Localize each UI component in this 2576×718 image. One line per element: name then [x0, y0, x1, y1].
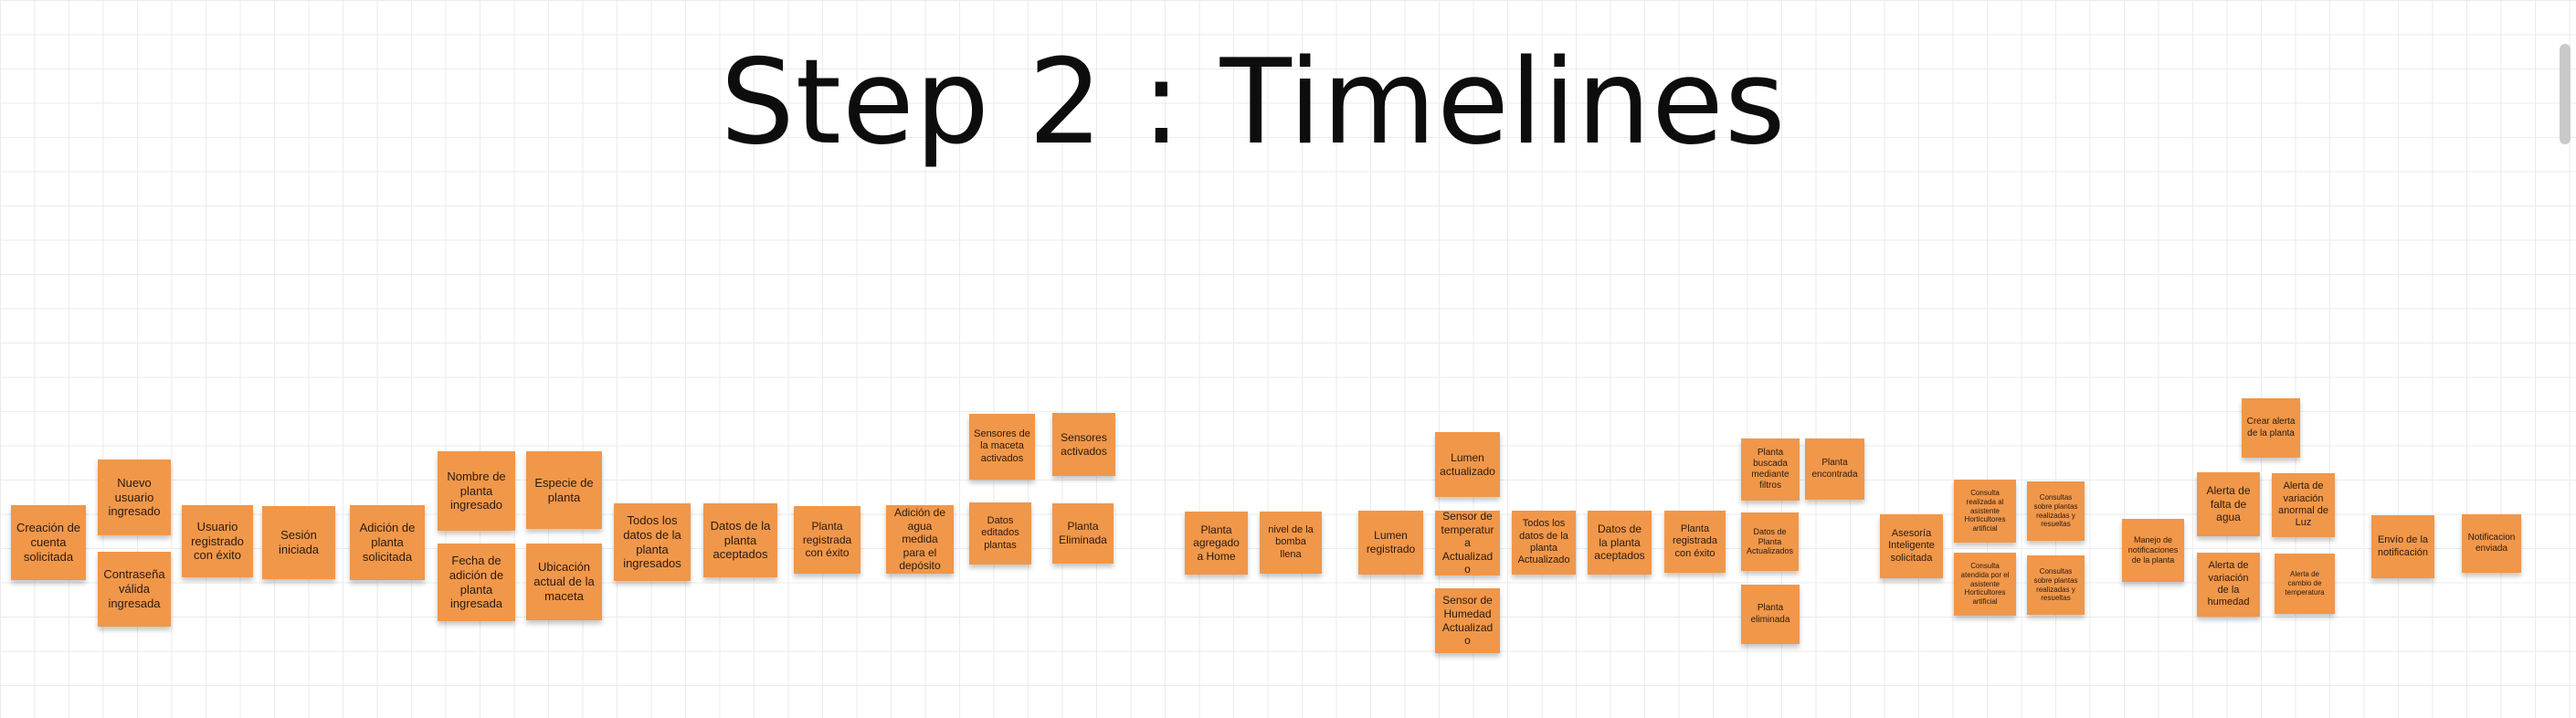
sticky-note[interactable]: Datos de la planta aceptados — [1588, 511, 1652, 575]
sticky-note[interactable]: Planta buscada mediante filtros — [1741, 438, 1800, 501]
sticky-note[interactable]: Lumen registrado — [1358, 511, 1423, 575]
sticky-note[interactable]: Sensores activados — [1052, 413, 1115, 476]
sticky-note[interactable]: Consulta realizada al asistente Horticul… — [1954, 480, 2016, 543]
board-title: Step 2 : Timelines — [720, 35, 1787, 171]
sticky-note[interactable]: Planta Eliminada — [1052, 503, 1114, 564]
sticky-note[interactable]: Adición de agua medida para el depósito — [886, 505, 954, 574]
sticky-note[interactable]: Consulta atendida por el asistente Horti… — [1954, 553, 2016, 616]
sticky-note[interactable]: Todos los datos de la planta Actualizado — [1512, 511, 1576, 575]
sticky-note[interactable]: Sensor de temperatura Actualizado — [1435, 510, 1500, 575]
sticky-note[interactable]: Planta registrada con éxito — [794, 506, 860, 574]
sticky-note[interactable]: nivel de la bomba llena — [1260, 512, 1322, 574]
sticky-note[interactable]: Consultas sobre plantas realizadas y res… — [2027, 481, 2085, 541]
sticky-note[interactable]: Sesión iniciada — [262, 506, 335, 579]
sticky-note[interactable]: Crear alerta de la planta — [2242, 398, 2300, 458]
sticky-note[interactable]: Todos los datos de la planta ingresados — [614, 503, 691, 581]
sticky-note[interactable]: Datos de Planta Actualizados — [1741, 512, 1799, 571]
sticky-note[interactable]: Fecha de adición de planta ingresada — [438, 544, 515, 621]
sticky-note[interactable]: Creación de cuenta solicitada — [11, 505, 86, 580]
sticky-note[interactable]: Nombre de planta ingresado — [438, 451, 515, 531]
sticky-note[interactable]: Datos de la planta aceptados — [703, 503, 777, 577]
sticky-note[interactable]: Asesoría Inteligente solicitada — [1880, 514, 1943, 578]
sticky-note[interactable]: Especie de planta — [526, 451, 602, 529]
sticky-note[interactable]: Planta eliminada — [1741, 585, 1800, 644]
sticky-note[interactable]: Manejo de notificaciones de la planta — [2122, 519, 2184, 582]
sticky-note[interactable]: Planta registrada con éxito — [1664, 511, 1726, 573]
sticky-note[interactable]: Datos editados plantas — [969, 502, 1031, 565]
sticky-note[interactable]: Usuario registrado con éxito — [182, 505, 253, 577]
sticky-note[interactable]: Envío de la notificación — [2371, 515, 2434, 578]
sticky-note[interactable]: Alerta de variación anormal de Luz — [2272, 473, 2335, 537]
sticky-note[interactable]: Lumen actualizado — [1435, 432, 1500, 497]
sticky-note[interactable]: Ubicación actual de la maceta — [526, 544, 602, 620]
sticky-note[interactable]: Alerta de falta de agua — [2197, 472, 2260, 536]
sticky-note[interactable]: Consultas sobre plantas realizadas y res… — [2027, 555, 2085, 615]
sticky-note[interactable]: Sensores de la maceta activados — [969, 414, 1035, 480]
sticky-note[interactable]: Contraseña válida ingresada — [98, 552, 171, 627]
sticky-note[interactable]: Adición de planta solicitada — [350, 505, 425, 580]
sticky-note[interactable]: Nuevo usuario ingresado — [98, 459, 171, 535]
sticky-note[interactable]: Alerta de variación de la humedad — [2197, 553, 2260, 617]
sticky-note[interactable]: Notificacion enviada — [2462, 514, 2521, 573]
sticky-note[interactable]: Planta agregado a Home — [1185, 512, 1248, 575]
vertical-scrollbar[interactable] — [2560, 44, 2571, 144]
whiteboard-canvas[interactable]: Step 2 : Timelines Creación de cuenta so… — [0, 0, 2576, 718]
sticky-note[interactable]: Sensor de Humedad Actualizado — [1435, 588, 1500, 653]
sticky-note[interactable]: Alerta de cambio de temperatura — [2275, 554, 2335, 614]
sticky-note[interactable]: Planta encontrada — [1805, 438, 1864, 500]
